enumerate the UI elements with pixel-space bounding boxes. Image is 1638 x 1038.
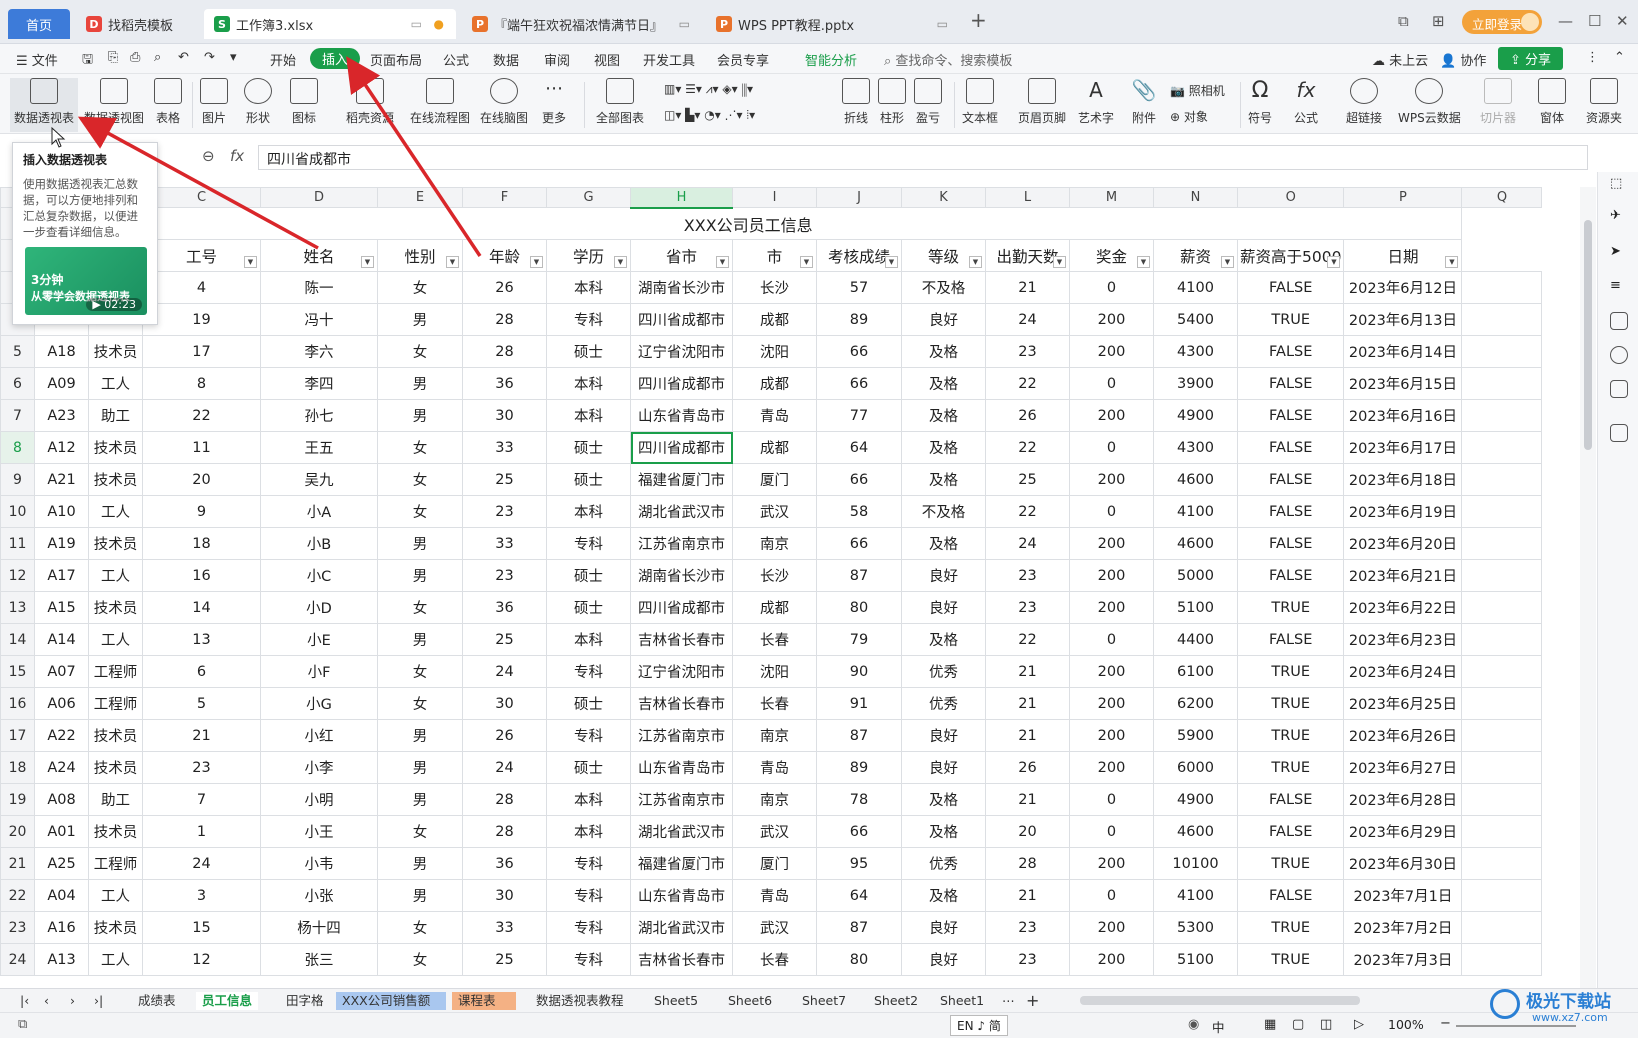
annotation-arrows: [51, 56, 482, 257]
watermark-logo: 极光下载站 www.xz7.com: [1490, 985, 1630, 1037]
mouse-cursor-icon: [51, 126, 66, 148]
watermark-text: 极光下载站: [1526, 992, 1611, 1012]
watermark-url: www.xz7.com: [1532, 1011, 1608, 1024]
arrow-to-pivot-table: [77, 116, 319, 250]
arrow-to-insert-menu: [346, 56, 482, 257]
watermark-circle-icon: [1490, 989, 1520, 1019]
